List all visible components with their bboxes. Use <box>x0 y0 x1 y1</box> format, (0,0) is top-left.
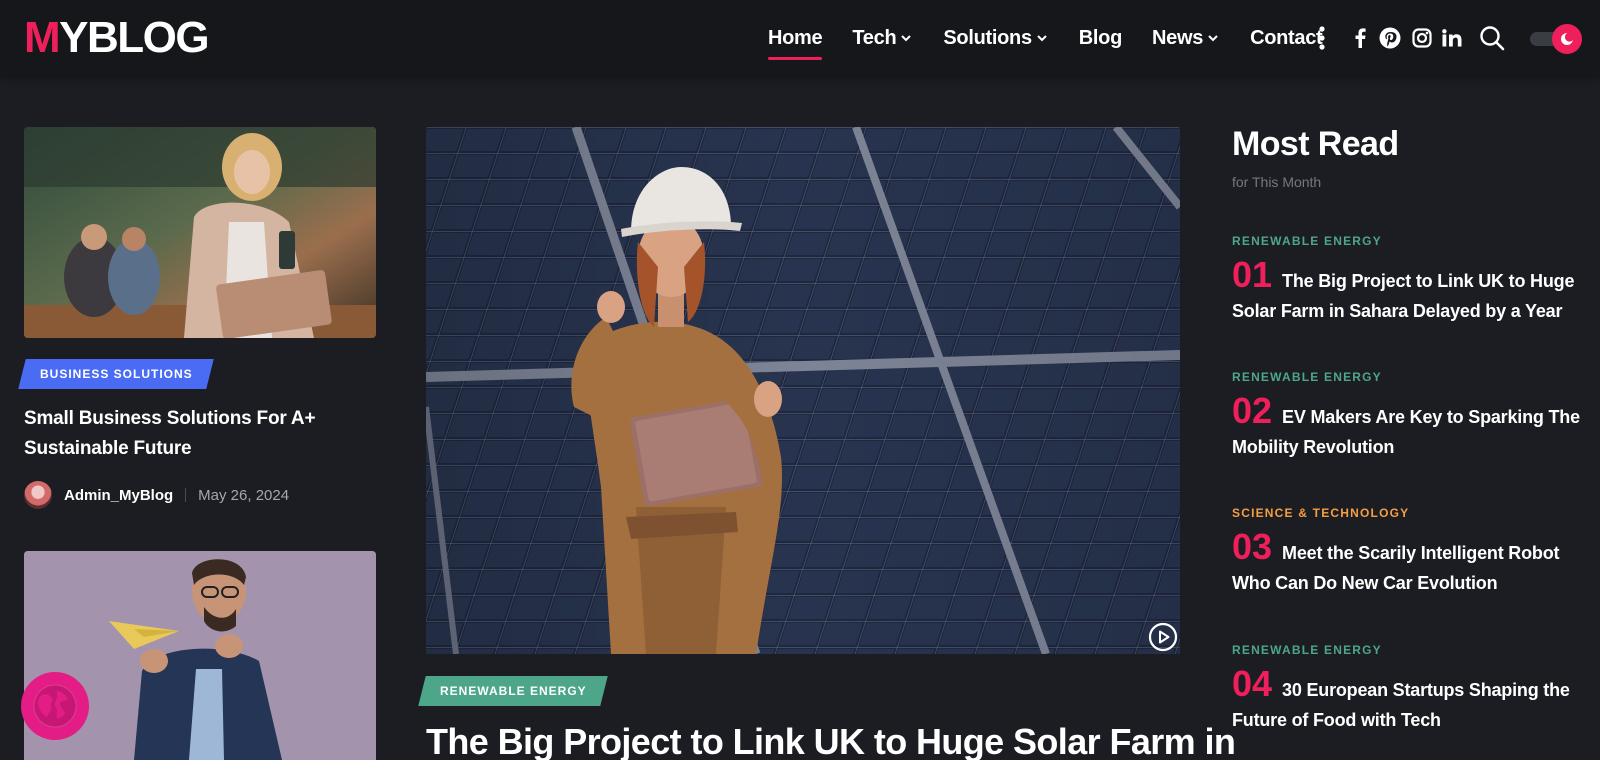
author-name[interactable]: Admin_MyBlog <box>64 487 173 504</box>
solar-engineer-image <box>426 127 1180 654</box>
more-vertical-icon[interactable] <box>1314 24 1330 52</box>
most-read-category[interactable]: RENEWABLE ENERGY <box>1232 643 1592 657</box>
most-read-title[interactable]: 01 The Big Project to Link UK to Huge Sol… <box>1232 257 1592 326</box>
logo-first-letter: M <box>24 13 61 62</box>
category-tag-renewable[interactable]: RENEWABLE ENERGY <box>418 676 608 706</box>
site-logo[interactable]: MYBLOG <box>24 13 210 62</box>
instagram-icon[interactable] <box>1410 26 1434 50</box>
nav-home[interactable]: Home <box>768 26 823 60</box>
nav-solutions[interactable]: Solutions <box>943 26 1047 50</box>
chevron-down-icon <box>1208 35 1218 42</box>
featured-post-image[interactable] <box>426 127 1180 654</box>
most-read-number: 01 <box>1232 254 1273 295</box>
most-read-item[interactable]: RENEWABLE ENERGY 04 30 European Startups … <box>1232 643 1592 735</box>
category-tag-business[interactable]: BUSINESS SOLUTIONS <box>18 359 214 389</box>
most-read-title-text[interactable]: The Big Project to Link UK to Huge Solar… <box>1232 271 1574 321</box>
play-icon[interactable] <box>1148 622 1178 652</box>
most-read-number: 04 <box>1232 663 1273 704</box>
most-read-category[interactable]: RENEWABLE ENERGY <box>1232 234 1592 248</box>
post-title[interactable]: Small Business Solutions For A+ Sustaina… <box>24 404 354 464</box>
category-tag-label: RENEWABLE ENERGY <box>439 684 587 698</box>
most-read-title-text[interactable]: 30 European Startups Shaping the Future … <box>1232 680 1570 730</box>
nav-contact[interactable]: Contact <box>1250 26 1323 50</box>
dark-mode-toggle[interactable] <box>1530 24 1582 54</box>
most-read-title[interactable]: 03 Meet the Scarily Intelligent Robot Who… <box>1232 529 1592 598</box>
most-read-category[interactable]: RENEWABLE ENERGY <box>1232 370 1592 384</box>
most-read-item[interactable]: RENEWABLE ENERGY 01 The Big Project to Li… <box>1232 234 1592 326</box>
pinterest-icon[interactable] <box>1378 26 1402 50</box>
category-tag-label: BUSINESS SOLUTIONS <box>39 367 193 381</box>
post-date: May 26, 2024 <box>198 486 290 504</box>
post-thumbnail-business[interactable] <box>24 127 376 338</box>
chevron-down-icon <box>1037 35 1047 42</box>
most-read-title[interactable]: 02 EV Makers Are Key to Sparking The Mobi… <box>1232 393 1592 462</box>
meta-divider <box>185 488 187 502</box>
most-read-item[interactable]: SCIENCE & TECHNOLOGY 03 Meet the Scarily … <box>1232 506 1592 598</box>
logo-text: YBLOG <box>59 13 209 62</box>
moon-icon <box>1552 24 1582 54</box>
nav-tech-label: Tech <box>852 26 897 49</box>
featured-post-title[interactable]: The Big Project to Link UK to Huge Solar… <box>426 720 1236 760</box>
business-woman-image <box>24 127 376 338</box>
nav-news[interactable]: News <box>1152 27 1218 50</box>
most-read-number: 03 <box>1232 526 1273 567</box>
facebook-icon[interactable] <box>1350 26 1370 50</box>
nav-tech[interactable]: Tech <box>852 26 912 50</box>
nav-blog-label: Blog <box>1078 26 1123 49</box>
search-icon[interactable] <box>1478 24 1506 52</box>
site-header: MYBLOG Home Tech Solutions Blog News Con… <box>0 0 1600 76</box>
globe-icon[interactable] <box>21 672 89 740</box>
most-read-title-text[interactable]: Meet the Scarily Intelligent Robot Who C… <box>1232 543 1559 593</box>
nav-contact-label: Contact <box>1250 26 1323 49</box>
nav-home-label: Home <box>768 26 823 49</box>
chevron-down-icon <box>901 35 912 42</box>
linkedin-icon[interactable] <box>1440 26 1464 50</box>
most-read-subtitle: for This Month <box>1232 174 1322 190</box>
most-read-category[interactable]: SCIENCE & TECHNOLOGY <box>1232 506 1592 520</box>
nav-blog[interactable]: Blog <box>1078 26 1123 50</box>
most-read-title-text[interactable]: EV Makers Are Key to Sparking The Mobili… <box>1232 407 1580 457</box>
most-read-item[interactable]: RENEWABLE ENERGY 02 EV Makers Are Key to … <box>1232 370 1592 462</box>
nav-news-label: News <box>1152 26 1204 49</box>
nav-solutions-label: Solutions <box>943 26 1032 49</box>
most-read-title[interactable]: 04 30 European Startups Shaping the Futur… <box>1232 666 1592 735</box>
author-avatar[interactable] <box>24 481 52 509</box>
most-read-number: 02 <box>1232 390 1273 431</box>
post-meta: Admin_MyBlog May 26, 2024 <box>24 481 289 509</box>
main-nav: Home Tech Solutions Blog News Contact <box>768 0 1323 76</box>
most-read-heading: Most Read <box>1232 125 1399 163</box>
